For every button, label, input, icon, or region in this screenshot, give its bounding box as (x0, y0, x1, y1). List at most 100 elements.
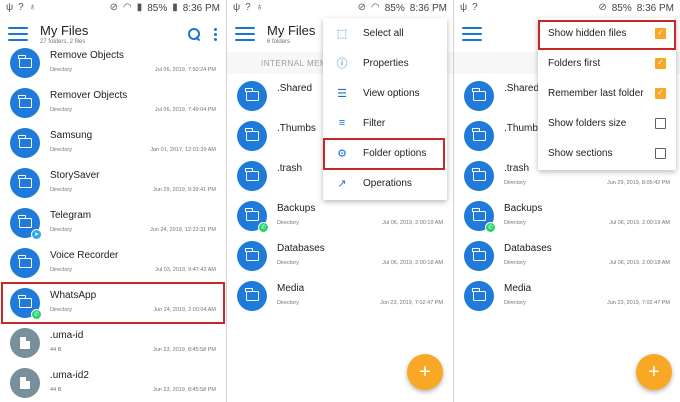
add-fab[interactable]: + (636, 354, 672, 390)
info-icon: ⓘ (336, 58, 348, 70)
menu-item-select-all[interactable]: ⬚ Select all (323, 18, 447, 48)
item-date: Jun 23, 2019, 8:45:58 PM (153, 387, 216, 393)
list-item[interactable]: Media Directory Jun 23, 2019, 7:02:47 PM (227, 276, 453, 316)
item-avatar (464, 281, 494, 311)
item-avatar (10, 48, 40, 78)
list-item[interactable]: Samsung Directory Jan 01, 2017, 12:01:39… (0, 123, 226, 163)
item-type: Directory (504, 260, 527, 266)
checkbox-unchecked[interactable] (655, 147, 666, 159)
menu-item-operations[interactable]: ↗ Operations (323, 168, 447, 198)
item-name: Backups (277, 203, 316, 214)
item-type: Directory (277, 260, 300, 266)
folder-icon (17, 135, 32, 148)
item-avatar (237, 241, 267, 271)
notification-icon: ψ (460, 2, 468, 13)
item-avatar (464, 121, 494, 151)
add-fab[interactable]: + (407, 354, 443, 390)
folder-icon (17, 55, 32, 68)
list-item[interactable]: Databases Directory Jul 06, 2019, 2:00:1… (227, 236, 453, 276)
item-date: Jul 06, 2019, 2:00:18 AM (609, 260, 670, 266)
item-name: Databases (277, 243, 325, 254)
item-type: Directory (504, 180, 527, 186)
option-show-sections[interactable]: Show sections (538, 138, 676, 168)
folder-icon (244, 88, 259, 101)
item-type: Directory (277, 300, 300, 306)
wifi-icon: ◠ (122, 2, 132, 13)
item-name: Voice Recorder (50, 250, 119, 261)
list-item[interactable]: Remover Objects Directory Jul 06, 2019, … (0, 83, 226, 123)
option-show-folders-size[interactable]: Show folders size (538, 108, 676, 138)
item-date: Jun 23, 2019, 7:02:47 PM (380, 300, 443, 306)
item-avatar (10, 88, 40, 118)
option-label: Show hidden files (548, 27, 627, 39)
option-label: Folders first (548, 57, 601, 69)
whatsapp-icon: ✆ (31, 309, 42, 320)
folder-options-menu: Show hidden files ✓ Folders first ✓ Reme… (538, 18, 676, 170)
list-item[interactable]: ➤ Telegram Directory Jun 24, 2019, 12:23… (0, 203, 226, 243)
item-date: Jun 24, 2019, 2:00:04 AM (153, 307, 216, 313)
folder-icon (17, 255, 32, 268)
battery-icon: ▮ (172, 2, 178, 13)
list-item[interactable]: Voice Recorder Directory Jul 03, 2019, 9… (0, 243, 226, 283)
item-avatar: ✆ (10, 288, 42, 320)
menu-item-properties[interactable]: ⓘ Properties (323, 48, 447, 78)
item-avatar (237, 121, 267, 151)
menu-icon[interactable] (8, 27, 28, 41)
screen-file-list: ψ ? ♁ ⊘ ◠ ▮ 85% ▮ 8:36 PM My Files 27 fo… (0, 0, 226, 402)
menu-icon[interactable] (462, 27, 482, 41)
menu-icon[interactable] (235, 27, 255, 41)
item-avatar (10, 168, 40, 198)
item-date: Jul 06, 2019, 7:50:24 PM (154, 67, 216, 73)
list-item[interactable]: .uma-id2 44 B Jun 23, 2019, 8:45:58 PM (0, 363, 226, 402)
page-title: My Files (40, 22, 89, 38)
menu-item-view-options[interactable]: ☰ View options (323, 78, 447, 108)
tune-icon: ⚙ (337, 147, 347, 160)
folder-icon (471, 208, 486, 221)
screen-overflow-menu: ψ ? ♁ ⊘ ◠ 85% 8:36 PM My Files 6 folders… (227, 0, 453, 402)
tab-label: INTERNAL MEM (261, 58, 328, 68)
menu-item-label: Operations (363, 177, 412, 189)
menu-item-filter[interactable]: ≡ Filter (323, 108, 447, 138)
checkbox-checked[interactable]: ✓ (655, 27, 666, 39)
option-folders-first[interactable]: Folders first ✓ (538, 48, 676, 78)
status-bar: ψ ? ♁ ⊘ ◠ ▮ 85% ▮ 8:36 PM (0, 0, 226, 16)
list-item[interactable]: Remove Objects Directory Jul 06, 2019, 7… (0, 43, 226, 83)
notification-icon: ? (472, 2, 478, 13)
list-item[interactable]: ✆ WhatsApp Directory Jun 24, 2019, 2:00:… (0, 283, 226, 323)
checkbox-checked[interactable]: ✓ (655, 57, 666, 69)
status-bar: ψ ? ♁ ⊘ ◠ 85% 8:36 PM (227, 0, 453, 16)
item-type: Directory (50, 187, 73, 193)
mute-icon: ⊘ (109, 2, 118, 13)
option-remember-last-folder[interactable]: Remember last folder ✓ (538, 78, 676, 108)
search-icon[interactable] (188, 28, 200, 40)
list-item[interactable]: ✆ Backups Directory Jul 06, 2019, 2:00:1… (227, 196, 453, 236)
list-item[interactable]: .uma-id 44 B Jun 23, 2019, 8:45:58 PM (0, 323, 226, 363)
checkbox-unchecked[interactable] (655, 117, 666, 129)
list-item[interactable]: Media Directory Jun 23, 2019, 7:02:47 PM (454, 276, 680, 316)
list-item[interactable]: Databases Directory Jul 06, 2019, 2:00:1… (454, 236, 680, 276)
menu-item-folder-options[interactable]: ⚙ Folder options (323, 138, 447, 168)
item-date: Jul 06, 2019, 2:00:18 AM (382, 260, 443, 266)
mute-icon: ⊘ (357, 2, 366, 13)
more-vert-icon[interactable] (214, 27, 218, 41)
item-date: Jun 29, 2019, 9:39:41 PM (153, 187, 216, 193)
item-date: Jul 06, 2019, 7:49:04 PM (154, 107, 216, 113)
list-item[interactable]: ✆ Backups Directory Jul 06, 2019, 2:00:1… (454, 196, 680, 236)
list-item[interactable]: StorySaver Directory Jun 29, 2019, 9:39:… (0, 163, 226, 203)
item-type: Directory (50, 147, 73, 153)
option-show-hidden-files[interactable]: Show hidden files ✓ (538, 18, 676, 48)
menu-item-label: Properties (363, 57, 409, 69)
item-type: Directory (50, 107, 73, 113)
wifi-icon: ◠ (371, 2, 380, 13)
battery-level: 85% (384, 2, 405, 14)
item-date: Jul 03, 2019, 9:47:42 AM (155, 267, 216, 273)
mute-icon: ⊘ (598, 2, 607, 13)
item-name: Media (277, 283, 305, 294)
checkbox-checked[interactable]: ✓ (655, 87, 666, 99)
item-name: Backups (504, 203, 543, 214)
clock: 8:36 PM (409, 2, 447, 14)
option-label: Show sections (548, 147, 613, 159)
item-name: Telegram (50, 210, 92, 221)
item-name: Remover Objects (50, 90, 128, 101)
notification-icon: ? (18, 2, 24, 13)
